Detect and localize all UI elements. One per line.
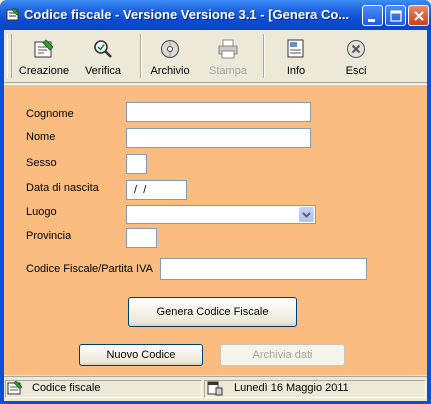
luogo-dropdown-button[interactable] xyxy=(299,207,314,222)
status-bar: Codice fiscale Lunedì 16 Maggio 2011 xyxy=(4,376,427,401)
close-icon xyxy=(414,11,424,21)
printer-icon xyxy=(218,39,238,59)
codice-fiscale-input[interactable] xyxy=(160,258,367,280)
toolbar-archivio-button[interactable]: Archivio xyxy=(144,32,196,80)
archivia-dati-label: Archivia dati xyxy=(252,349,313,361)
toolbar-verifica-label: Verifica xyxy=(84,65,122,77)
toolbar-esci-label: Esci xyxy=(345,65,367,77)
info-document-icon xyxy=(287,39,304,58)
status-app-name: Codice fiscale xyxy=(32,382,101,394)
sesso-input[interactable] xyxy=(126,154,147,174)
maximize-button[interactable] xyxy=(385,5,406,26)
status-date: Lunedì 16 Maggio 2011 xyxy=(234,382,349,394)
toolbar-grip[interactable] xyxy=(7,34,12,78)
archive-disk-icon xyxy=(161,40,179,58)
toolbar-archivio-label: Archivio xyxy=(150,65,190,77)
toolbar-stampa-button[interactable]: Stampa xyxy=(202,32,254,80)
nuovo-codice-label: Nuovo Codice xyxy=(106,349,176,361)
calendar-icon xyxy=(207,381,223,396)
magnifier-check-icon xyxy=(94,40,112,58)
toolbar-info-button[interactable]: Info xyxy=(270,32,322,80)
data-nascita-label: Data di nascita xyxy=(26,182,99,194)
minimize-button[interactable] xyxy=(362,5,383,26)
cognome-input[interactable] xyxy=(126,102,311,122)
nome-input[interactable] xyxy=(126,128,311,148)
toolbar-separator xyxy=(263,34,265,78)
toolbar-stampa-label: Stampa xyxy=(209,65,247,77)
exit-x-icon xyxy=(347,40,365,58)
create-form-icon xyxy=(34,39,54,58)
window-title: Codice fiscale - Versione Versione 3.1 -… xyxy=(24,7,350,22)
genera-codice-fiscale-button[interactable]: Genera Codice Fiscale xyxy=(128,297,297,327)
toolbar-verifica-button[interactable]: Verifica xyxy=(77,32,129,80)
app-status-icon xyxy=(7,380,23,395)
client-area: Creazione Verifica Archivio Stampa Info … xyxy=(4,30,427,401)
toolbar: Creazione Verifica Archivio Stampa Info … xyxy=(4,30,427,83)
luogo-label: Luogo xyxy=(26,206,57,218)
toolbar-esci-button[interactable]: Esci xyxy=(330,32,382,80)
minimize-icon xyxy=(368,19,375,22)
luogo-select[interactable] xyxy=(126,205,316,224)
application-window: Codice fiscale - Versione Versione 3.1 -… xyxy=(0,0,431,404)
toolbar-creazione-button[interactable]: Creazione xyxy=(14,32,74,80)
maximize-icon xyxy=(390,10,402,22)
app-icon xyxy=(6,7,20,21)
codice-fiscale-label: Codice Fiscale/Partita IVA xyxy=(26,263,153,275)
data-nascita-input[interactable] xyxy=(126,180,187,200)
cognome-label: Cognome xyxy=(26,108,74,120)
toolbar-info-label: Info xyxy=(286,65,306,77)
sesso-label: Sesso xyxy=(26,157,57,169)
title-bar[interactable]: Codice fiscale - Versione Versione 3.1 -… xyxy=(0,0,431,30)
provincia-input[interactable] xyxy=(126,228,157,248)
genera-codice-fiscale-label: Genera Codice Fiscale xyxy=(156,306,269,318)
archivia-dati-button[interactable]: Archivia dati xyxy=(220,344,345,366)
toolbar-separator xyxy=(140,34,142,78)
provincia-label: Provincia xyxy=(26,230,72,242)
nuovo-codice-button[interactable]: Nuovo Codice xyxy=(79,344,203,366)
nome-label: Nome xyxy=(26,131,56,143)
toolbar-creazione-label: Creazione xyxy=(18,65,70,77)
chevron-down-icon xyxy=(302,212,311,218)
close-button[interactable] xyxy=(408,5,429,26)
codice-fiscale-form: Cognome Nome Sesso Data di nascita Luogo… xyxy=(4,84,427,375)
